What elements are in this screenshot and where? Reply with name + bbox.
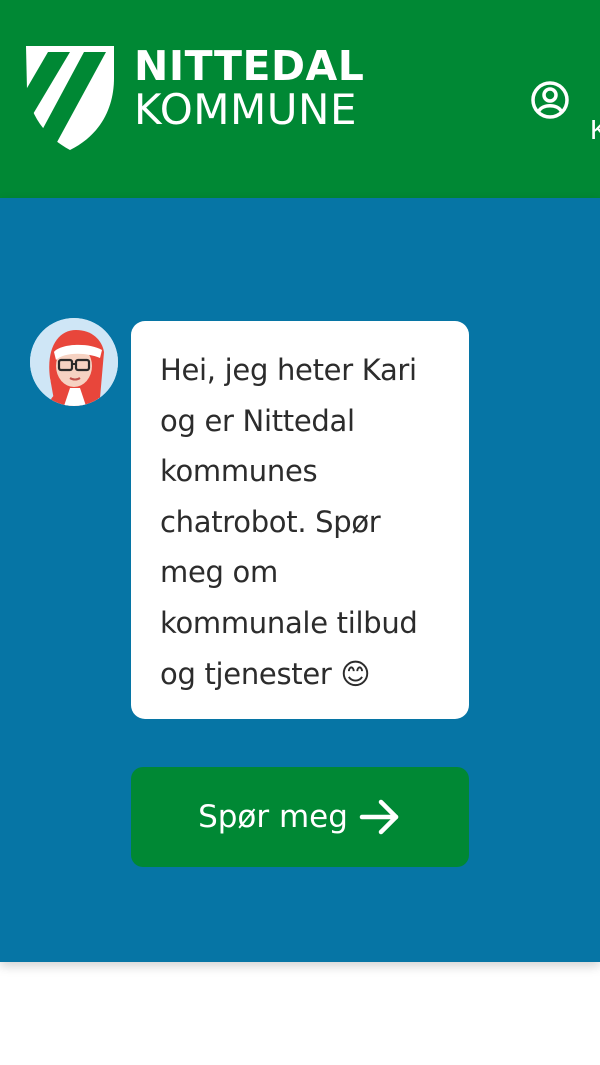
ask-me-label: Spør meg <box>198 799 348 835</box>
user-login-label: K <box>590 114 600 145</box>
ask-me-button[interactable]: Spør meg <box>131 767 469 867</box>
logo-link[interactable]: NITTEDAL KOMMUNE <box>26 44 364 152</box>
logo-wordmark: NITTEDAL KOMMUNE <box>134 44 364 131</box>
chatbot-greeting-text: Hei, jeg heter Kari og er Nittedal kommu… <box>160 353 418 691</box>
chatbot-hero: Hei, jeg heter Kari og er Nittedal kommu… <box>0 198 600 962</box>
chatbot-greeting-bubble: Hei, jeg heter Kari og er Nittedal kommu… <box>131 321 469 719</box>
arrow-right-icon <box>359 799 399 835</box>
user-login-button[interactable]: K <box>528 78 600 148</box>
logo-line-2: KOMMUNE <box>134 85 357 134</box>
chatbot-avatar <box>30 318 118 406</box>
municipal-shield-logo-icon <box>26 46 114 150</box>
santa-avatar-icon <box>30 318 118 406</box>
site-header: NITTEDAL KOMMUNE K <box>0 0 600 198</box>
user-circle-icon <box>531 81 569 119</box>
logo-line-1: NITTEDAL <box>134 42 365 90</box>
